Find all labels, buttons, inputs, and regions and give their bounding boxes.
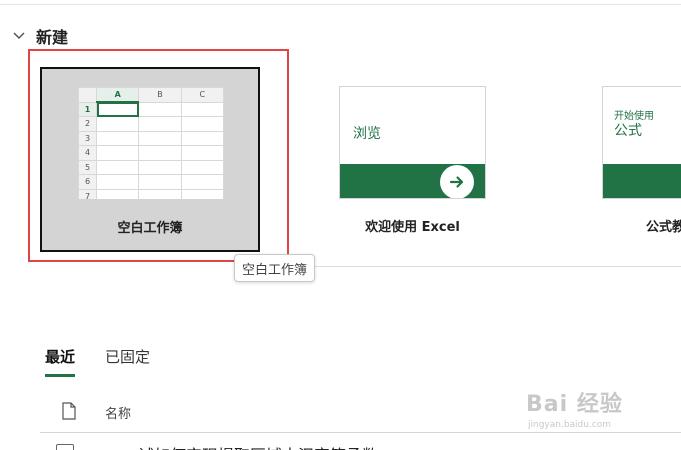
template-welcome-label: 欢迎使用 Excel <box>365 220 460 235</box>
template-formula-tutorial[interactable]: 开始使用 公式 <box>602 86 681 199</box>
formula-tile-big-text: 公式 <box>614 123 642 139</box>
file-name: 试如何实现提取区域中汉字等函数 <box>138 442 378 450</box>
grid-row-header: 1 <box>78 101 97 117</box>
grid-column-header: A <box>95 87 140 103</box>
file-tabs: 最近 已固定 <box>45 346 150 377</box>
section-title: 新建 <box>36 28 69 47</box>
tooltip: 空白工作簿 <box>234 254 316 282</box>
preview-grid: A B C 1 2 3 4 5 6 7 <box>78 87 224 199</box>
template-blank-workbook[interactable]: A B C 1 2 3 4 5 6 7 空白工作簿 <box>40 67 260 252</box>
file-icon <box>56 444 74 450</box>
spreadsheet-preview: A B C 1 2 3 4 5 6 7 <box>78 87 224 199</box>
grid-column-header: C <box>180 87 224 103</box>
grid-row-header: 7 <box>78 188 97 199</box>
arrow-circle <box>440 165 474 198</box>
chevron-down-icon[interactable] <box>12 31 26 41</box>
tab-pinned[interactable]: 已固定 <box>105 346 150 377</box>
grid-column-header: B <box>138 87 182 103</box>
grid-row-header: 3 <box>78 130 97 146</box>
grid-corner <box>78 87 97 103</box>
section-divider <box>290 266 681 267</box>
selected-cell <box>95 101 140 117</box>
top-divider <box>0 4 681 5</box>
grid-row-header: 6 <box>78 174 97 190</box>
arrow-right-icon <box>449 176 464 188</box>
template-blank-label: 空白工作簿 <box>117 221 183 236</box>
template-welcome-excel[interactable]: 浏览 <box>339 86 486 199</box>
tab-recent[interactable]: 最近 <box>45 346 76 377</box>
grid-row-header: 5 <box>78 159 97 175</box>
section-header-new[interactable]: 新建 <box>12 24 68 48</box>
template-formula-label: 公式教 <box>646 220 681 235</box>
file-list-row[interactable]: 试如何实现提取区域中汉字等函数 <box>0 438 681 450</box>
grid-row-header: 2 <box>78 116 97 132</box>
list-divider <box>40 432 681 433</box>
formula-green-band <box>603 164 681 198</box>
column-header-name[interactable]: 名称 <box>105 403 131 422</box>
watermark-brand: Bai 经验 <box>526 392 623 417</box>
watermark-url: jingyan.baidu.com <box>528 420 612 430</box>
welcome-tile-text: 浏览 <box>353 126 381 142</box>
document-icon <box>62 402 76 420</box>
grid-row-header: 4 <box>78 145 97 161</box>
watermark: Bai 经验 jingyan.baidu.com <box>520 372 660 432</box>
